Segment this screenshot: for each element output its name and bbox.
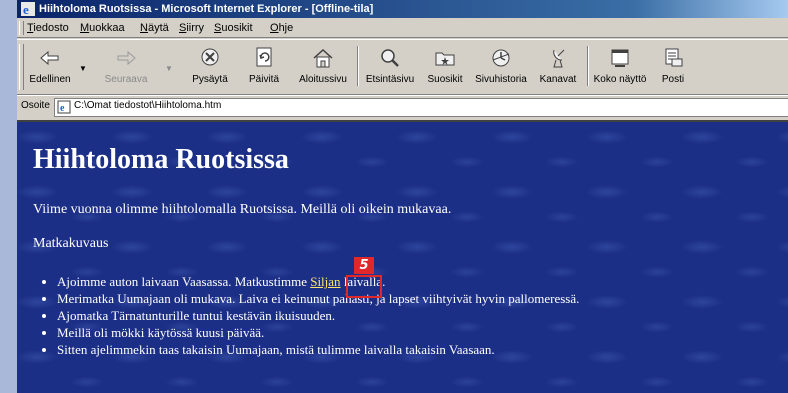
home-label: Aloitussivu	[299, 74, 347, 85]
menu-view[interactable]: Näytä	[140, 19, 169, 37]
mail-button[interactable]: Posti	[653, 44, 693, 90]
mail-icon	[665, 48, 683, 67]
stop-button[interactable]: Pysäytä	[185, 44, 235, 90]
menu-help[interactable]: Ohje	[270, 19, 293, 37]
address-value: C:\Omat tiedostot\Hiihtoloma.htm	[74, 100, 222, 111]
desktop-background	[0, 0, 17, 393]
menubar-grip[interactable]	[19, 21, 24, 35]
refresh-label: Päivitä	[248, 74, 279, 85]
trip-description-list: Ajoimme auton laivaan Vaasassa. Matkusti…	[33, 273, 579, 358]
page-content: Hiihtoloma Ruotsissa Viime vuonna olimme…	[17, 120, 788, 393]
section-subheading: Matkakuvaus	[33, 236, 109, 251]
back-button[interactable]: Edellinen	[25, 44, 75, 90]
window-title: Hiihtoloma Ruotsissa - Microsoft Interne…	[39, 3, 374, 15]
forward-arrow-icon	[117, 50, 136, 66]
address-bar: Osoite e C:\Omat tiedostot\Hiihtoloma.ht…	[17, 95, 788, 118]
list-item: Ajomatka Tärnatunturille tuntui kestävän…	[57, 307, 579, 324]
page-title: Hiihtoloma Ruotsissa	[33, 144, 289, 175]
history-icon	[492, 49, 510, 67]
fullscreen-label: Koko näyttö	[593, 74, 647, 85]
title-bar: e Hiihtoloma Ruotsissa - Microsoft Inter…	[17, 0, 788, 18]
search-icon	[381, 49, 399, 67]
channels-button[interactable]: Kanavat	[533, 44, 583, 90]
address-label: Osoite	[21, 100, 50, 111]
browser-window: e Hiihtoloma Ruotsissa - Microsoft Inter…	[17, 0, 788, 393]
callout-number-badge: 5	[354, 257, 374, 274]
refresh-button[interactable]: Päivitä	[239, 44, 289, 90]
toolbar-separator	[357, 46, 359, 86]
list-item-text: Ajoimme auton laivaan Vaasassa. Matkusti…	[57, 274, 311, 289]
forward-dropdown-icon[interactable]: ▼	[165, 64, 173, 73]
forward-button[interactable]: Seuraava	[91, 44, 161, 90]
toolbar-grip[interactable]	[19, 44, 24, 90]
standard-toolbar: Edellinen ▼ Seuraava ▼ Pysäytä Päivitä A…	[17, 39, 788, 95]
list-item: Meillä oli mökki käytössä kuusi päivää.	[57, 324, 579, 341]
stop-label: Pysäytä	[192, 74, 228, 85]
fullscreen-icon	[611, 49, 629, 67]
list-item: Ajoimme auton laivaan Vaasassa. Matkusti…	[57, 273, 579, 290]
refresh-icon	[256, 47, 272, 67]
svg-text:e: e	[60, 103, 65, 114]
favorites-label: Suosikit	[427, 74, 463, 85]
list-item: Sitten ajelimmekin taas takaisin Uumajaa…	[57, 341, 579, 358]
channels-label: Kanavat	[539, 74, 577, 85]
fullscreen-button[interactable]: Koko näyttö	[591, 44, 649, 90]
menu-go[interactable]: Siirry	[179, 19, 204, 37]
forward-label: Seuraava	[104, 74, 148, 85]
favorites-button[interactable]: Suosikit	[421, 44, 469, 90]
intro-paragraph: Viime vuonna olimme hiihtolomalla Ruotsi…	[33, 202, 452, 217]
stop-icon	[201, 48, 219, 66]
web-page-icon: e	[57, 100, 71, 114]
list-item: Merimatka Uumajaan oli mukava. Laiva ei …	[57, 290, 579, 307]
toolbar-separator	[587, 46, 589, 86]
mail-label: Posti	[661, 74, 685, 85]
home-button[interactable]: Aloitussivu	[293, 44, 353, 90]
menu-favorites[interactable]: Suosikit	[214, 19, 253, 37]
siljan-link[interactable]: Siljan	[310, 274, 340, 289]
search-label: Etsintäsivu	[365, 74, 415, 85]
svg-text:e: e	[23, 2, 29, 16]
list-item-text: laivalla.	[340, 274, 386, 289]
internet-explorer-icon: e	[21, 2, 35, 16]
favorites-folder-icon	[435, 52, 455, 66]
back-label: Edellinen	[29, 74, 71, 85]
history-button[interactable]: Sivuhistoria	[471, 44, 531, 90]
history-label: Sivuhistoria	[475, 74, 527, 85]
menu-bar: Tiedosto Muokkaa Näytä Siirry Suosikit O…	[17, 19, 788, 38]
channels-satellite-icon	[553, 49, 565, 68]
search-button[interactable]: Etsintäsivu	[361, 44, 419, 90]
menu-edit[interactable]: Muokkaa	[80, 19, 125, 37]
back-dropdown-icon[interactable]: ▼	[79, 64, 87, 73]
home-icon	[313, 48, 333, 68]
back-arrow-icon	[40, 50, 59, 66]
menu-file[interactable]: Tiedosto	[27, 19, 69, 37]
address-input[interactable]: e C:\Omat tiedostot\Hiihtoloma.htm	[54, 98, 788, 117]
